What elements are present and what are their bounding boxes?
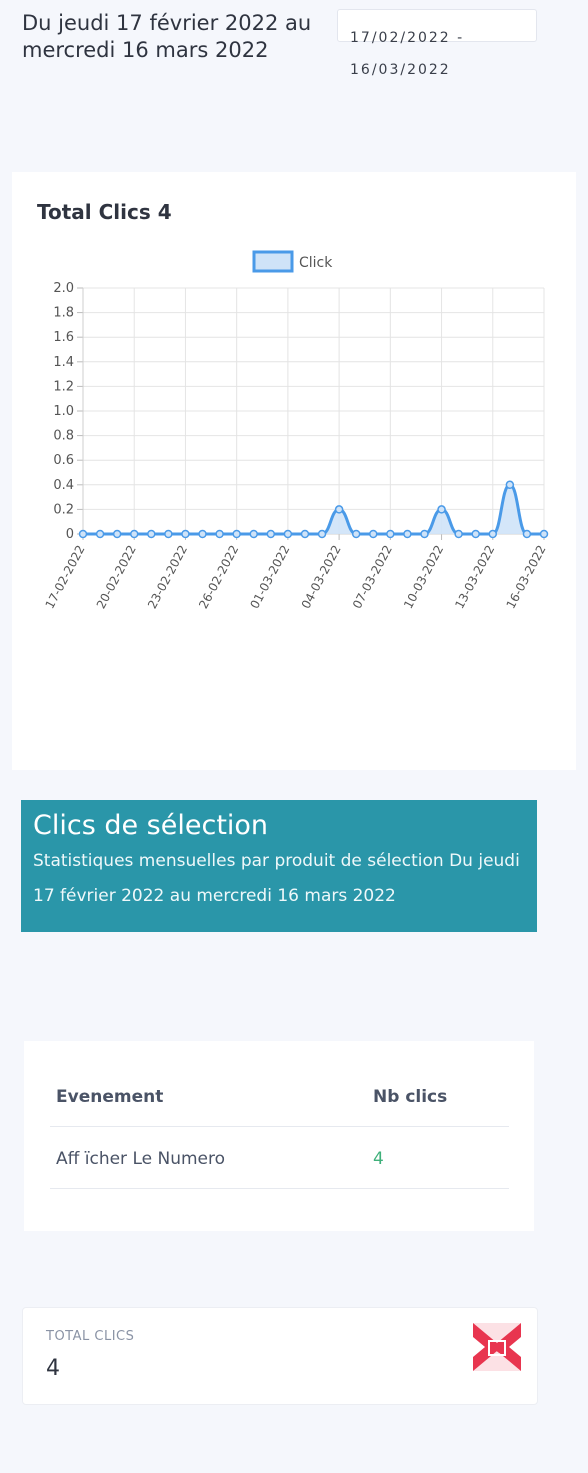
header-evenement: Evenement [56, 1087, 164, 1107]
x-tick-label: 10-03-2022 [401, 543, 446, 611]
x-tick-label: 04-03-2022 [299, 543, 344, 611]
data-point [471, 529, 480, 539]
data-point [420, 529, 429, 539]
data-point [317, 529, 327, 539]
data-point [386, 529, 395, 539]
data-point [369, 529, 378, 539]
data-point [198, 529, 207, 539]
x-tick-label: 13-03-2022 [452, 543, 497, 611]
data-point [454, 529, 463, 539]
events-table: Evenement Nb clics Aff ïcher Le Numero 4 [24, 1041, 534, 1231]
kpi-value: 4 [46, 1356, 60, 1381]
data-point [215, 529, 224, 539]
chart-card: Total Clics 4 2.0 1.8 1.6 1.4 1.2 1.0 0.8 0.6 0.… [12, 172, 576, 770]
y-tick-label: 0.6 [53, 453, 74, 468]
y-tick-label: 0.4 [53, 478, 74, 493]
x-tick-label: 16-03-2022 [504, 543, 549, 611]
data-point [334, 505, 344, 514]
data-point [95, 529, 105, 539]
kpi-label: TOTAL CLICS [46, 1329, 135, 1344]
x-tick-label: 17-02-2022 [43, 543, 88, 611]
banner-subtitle: Statistiques mensuelles par produit de s… [33, 851, 520, 906]
y-tick-label: 0.2 [53, 502, 74, 517]
data-point [403, 529, 412, 539]
x-tick-label: 07-03-2022 [350, 543, 395, 611]
data-point [232, 529, 241, 539]
y-tick-label: 0 [66, 527, 74, 542]
header-divider [50, 1126, 509, 1127]
row-divider [50, 1188, 509, 1189]
data-point [300, 529, 310, 539]
data-point [164, 529, 173, 539]
data-point [283, 529, 293, 539]
chart-trend-icon [473, 1323, 521, 1371]
y-tick-label: 1.0 [53, 404, 74, 419]
row-event-name: Aff ïcher Le Numero [56, 1149, 226, 1169]
data-point [539, 529, 549, 539]
total-clicks-card: TOTAL CLICS 4 [22, 1307, 538, 1405]
data-point [488, 529, 498, 539]
x-tick-label: 26-02-2022 [196, 543, 241, 611]
data-point [78, 529, 88, 539]
x-tick-label: 23-02-2022 [145, 543, 190, 611]
x-tick-label: 01-03-2022 [247, 543, 292, 611]
y-tick-label: 1.4 [53, 355, 74, 370]
period-title: Du jeudi 17 février 2022 au mercredi 16 … [22, 11, 312, 62]
y-tick-label: 2.0 [53, 281, 74, 296]
data-point [112, 529, 122, 539]
header-nb-clics: Nb clics [373, 1087, 448, 1107]
legend-label: Click [299, 255, 333, 271]
data-point [147, 529, 156, 539]
y-tick-label: 0.8 [53, 429, 74, 444]
y-tick-label: 1.6 [53, 330, 74, 345]
y-tick-label: 1.8 [53, 306, 74, 321]
x-tick-label: 20-02-2022 [94, 543, 139, 611]
data-point [129, 529, 139, 539]
clicks-line-chart: 2.0 1.8 1.6 1.4 1.2 1.0 0.8 0.6 0.4 0.2 017-02-202… [43, 250, 549, 611]
data-point [266, 529, 276, 539]
date-range-value: 17/02/2022 - 16/03/2022 [350, 30, 465, 78]
data-point [181, 529, 190, 539]
row-click-count: 4 [373, 1149, 384, 1169]
y-tick-label: 1.2 [53, 379, 74, 394]
data-point [351, 529, 361, 539]
data-point [522, 529, 532, 539]
legend-swatch [252, 250, 294, 273]
data-point [437, 505, 446, 514]
banner-title: Clics de sélection [33, 810, 269, 841]
data-point [249, 529, 258, 539]
selection-banner: Clics de sélection Statistiques mensuell… [21, 800, 537, 932]
data-point [505, 480, 515, 490]
